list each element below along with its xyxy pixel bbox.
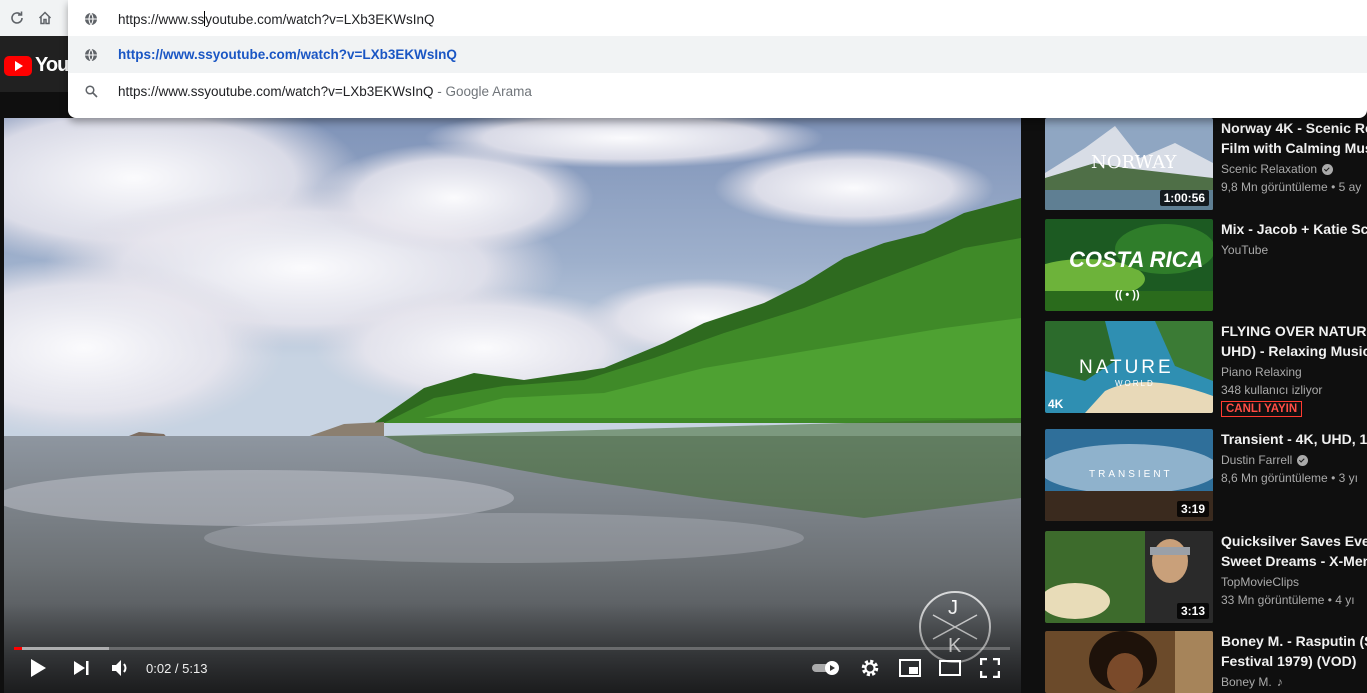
channel-name-text: Scenic Relaxation: [1221, 162, 1318, 176]
verified-icon: [1322, 163, 1334, 175]
video-meta: Boney M. - Rasputin (S Festival 1979) (V…: [1221, 631, 1367, 691]
address-text-before-caret: https://www.ss: [118, 11, 205, 27]
autoplay-toggle-icon: [812, 661, 839, 675]
theater-icon: [939, 660, 961, 676]
thumbnail-title: TRANSIENT: [1089, 469, 1173, 480]
channel-name[interactable]: Piano Relaxing: [1221, 363, 1367, 381]
time-total: 5:13: [182, 661, 208, 676]
channel-name-text: Piano Relaxing: [1221, 365, 1302, 379]
suggestion-url-text: https://www.ssyoutube.com/watch?v=LXb3EK…: [118, 47, 457, 62]
video-title-line2[interactable]: UHD) - Relaxing Music: [1221, 341, 1367, 361]
view-count: 8,6 Mn görüntüleme • 3 yı: [1221, 471, 1358, 485]
channel-name-text: YouTube: [1221, 243, 1269, 257]
omnibox-dropdown: https://www.ssyoutube.com/watch?v=LXb3EK…: [68, 0, 1367, 118]
time-display: 0:02 / 5:13: [146, 661, 207, 676]
search-query: https://www.ssyoutube.com/watch?v=LXb3EK…: [118, 84, 434, 99]
miniplayer-button[interactable]: [896, 656, 924, 680]
video-thumbnail[interactable]: COSTA RICA (( • )): [1045, 219, 1213, 311]
address-text-after-caret: youtube.com/watch?v=LXb3EKWsInQ: [205, 11, 435, 27]
thumbnail-image: [1045, 631, 1213, 693]
suggestion-search[interactable]: https://www.ssyoutube.com/watch?v=LXb3EK…: [68, 73, 1367, 110]
time-current: 0:02: [146, 661, 172, 676]
video-duration: 1:00:56: [1159, 190, 1209, 206]
mute-button[interactable]: [106, 656, 134, 680]
channel-name-text: Dustin Farrell: [1221, 453, 1293, 467]
settings-button[interactable]: [857, 656, 883, 680]
autoplay-toggle[interactable]: [810, 656, 842, 680]
thumbnail-title: NATURE: [1079, 357, 1174, 378]
play-icon: [31, 659, 46, 677]
thumbnail-title: COSTA RICA: [1069, 247, 1204, 272]
video-title-line2[interactable]: Sweet Dreams - X-Men: [1221, 551, 1367, 571]
video-title-line2[interactable]: Festival 1979) (VOD): [1221, 651, 1367, 671]
video-title-line1[interactable]: Quicksilver Saves Ever: [1221, 531, 1367, 551]
address-input[interactable]: https://www.ssyoutube.com/watch?v=LXb3EK…: [118, 10, 435, 27]
time-separator: /: [171, 661, 183, 676]
thumbnail-title: NORWAY: [1091, 152, 1177, 173]
video-thumbnail[interactable]: TRANSIENT 3:19: [1045, 429, 1213, 521]
live-badge: CANLI YAYIN: [1221, 401, 1303, 417]
channel-name-text: TopMovieClips: [1221, 575, 1300, 589]
suggestion-url[interactable]: https://www.ssyoutube.com/watch?v=LXb3EK…: [68, 36, 1367, 73]
video-meta: Quicksilver Saves Ever Sweet Dreams - X-…: [1221, 531, 1367, 609]
thumbnail-subtitle: WORLD: [1115, 379, 1155, 388]
view-count: 9,8 Mn görüntüleme • 5 ay: [1221, 180, 1362, 194]
fullscreen-icon: [980, 658, 1000, 678]
progress-played: [14, 647, 22, 650]
progress-buffered: [14, 647, 109, 650]
channel-name[interactable]: Dustin Farrell: [1221, 451, 1367, 469]
home-icon: [38, 11, 52, 25]
video-title-line1[interactable]: Boney M. - Rasputin (S: [1221, 631, 1367, 651]
fullscreen-button[interactable]: [976, 656, 1004, 680]
video-meta: Transient - 4K, UHD, 10 Dustin Farrell 8…: [1221, 429, 1367, 487]
video-thumbnail[interactable]: NATURE WORLD 4K: [1045, 321, 1213, 413]
theater-mode-button[interactable]: [936, 656, 964, 680]
related-videos: NORWAY 1:00:56 Norway 4K - Scenic Re Fil…: [1045, 118, 1367, 693]
search-engine-hint: - Google Arama: [433, 84, 532, 99]
channel-name-text: Boney M.: [1221, 675, 1272, 689]
video-title-line2[interactable]: Film with Calming Mus: [1221, 138, 1367, 158]
channel-name[interactable]: YouTube: [1221, 241, 1367, 259]
play-button[interactable]: [24, 656, 52, 680]
video-meta: Mix - Jacob + Katie Sc YouTube: [1221, 219, 1367, 259]
reload-button[interactable]: [6, 7, 28, 29]
viewer-count: 348 kullanıcı izliyor: [1221, 383, 1323, 397]
video-player[interactable]: J K 0:02 / 5:13: [4, 118, 1021, 693]
globe-icon: [83, 11, 99, 27]
progress-bar[interactable]: [14, 647, 1010, 650]
channel-name[interactable]: Boney M. ♪: [1221, 673, 1367, 691]
verified-icon: [1297, 454, 1309, 466]
next-button[interactable]: [68, 656, 94, 680]
globe-icon: [83, 47, 99, 63]
reload-icon: [11, 11, 23, 24]
video-duration: 3:19: [1176, 501, 1209, 517]
video-thumbnail[interactable]: NORWAY 1:00:56: [1045, 118, 1213, 210]
suggestion-search-text: https://www.ssyoutube.com/watch?v=LXb3EK…: [118, 84, 532, 99]
channel-name[interactable]: TopMovieClips: [1221, 573, 1367, 591]
video-title-line1[interactable]: FLYING OVER NATURE: [1221, 321, 1367, 341]
video-title-line1[interactable]: Mix - Jacob + Katie Sc: [1221, 219, 1367, 239]
view-count: 33 Mn görüntüleme • 4 yı: [1221, 593, 1355, 607]
video-thumbnail[interactable]: 3:13: [1045, 531, 1213, 623]
video-meta: FLYING OVER NATURE UHD) - Relaxing Music…: [1221, 321, 1367, 417]
video-title-line1[interactable]: Transient - 4K, UHD, 10: [1221, 429, 1367, 449]
search-icon: [83, 84, 99, 100]
youtube-play-icon: [4, 55, 32, 76]
thumbnail-4k-badge: 4K: [1048, 397, 1064, 411]
mix-icon: (( • )): [1115, 289, 1140, 301]
address-bar[interactable]: https://www.ssyoutube.com/watch?v=LXb3EK…: [68, 0, 1367, 37]
miniplayer-icon: [899, 659, 921, 677]
video-title-line1[interactable]: Norway 4K - Scenic Re: [1221, 118, 1367, 138]
video-duration: 3:13: [1176, 603, 1209, 619]
video-meta: Norway 4K - Scenic Re Film with Calming …: [1221, 118, 1367, 196]
music-note-icon: ♪: [1276, 675, 1283, 689]
gear-icon: [861, 659, 879, 677]
home-button[interactable]: [34, 7, 56, 29]
volume-icon: [112, 660, 127, 676]
browser-toolbar: [0, 0, 68, 36]
channel-name[interactable]: Scenic Relaxation: [1221, 160, 1367, 178]
video-thumbnail[interactable]: [1045, 631, 1213, 693]
next-icon: [74, 661, 89, 675]
